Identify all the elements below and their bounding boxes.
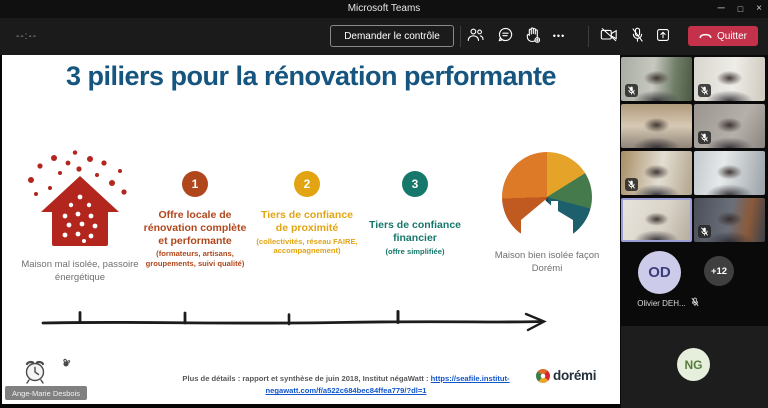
doremi-pinwheel-icon xyxy=(536,369,550,383)
quit-button[interactable]: Quitter xyxy=(688,26,758,46)
pillar-1-title: Offre locale de rénovation complète et p… xyxy=(142,209,248,247)
mic-toggle-button[interactable] xyxy=(624,23,650,49)
mic-muted-icon xyxy=(625,178,638,191)
more-options-button[interactable]: ••• xyxy=(546,23,572,49)
doodle-fly-drawing xyxy=(60,355,72,373)
participant-video xyxy=(621,104,692,148)
avatar-initials: NG xyxy=(685,358,703,372)
shared-presentation-slide: 3 piliers pour la rénovation performante xyxy=(2,55,620,404)
camera-toggle-button[interactable] xyxy=(596,23,622,49)
window-title: Microsoft Teams xyxy=(0,3,768,14)
call-timer: --:-- xyxy=(16,31,37,42)
window-controls: ─ □ × xyxy=(718,0,762,18)
avatar-ng: NG xyxy=(677,348,710,381)
participants-icon xyxy=(467,27,484,45)
participants-sidebar: OD +12 Olivier DEH... NG xyxy=(620,55,768,408)
raise-hand-button[interactable] xyxy=(520,23,546,49)
pillar-2: 2 Tiers de confiance de proximité (colle… xyxy=(254,171,360,256)
minimize-button[interactable]: ─ xyxy=(718,4,725,14)
chat-icon xyxy=(498,27,513,45)
participant-video xyxy=(694,151,765,195)
presenter-name-tag: Ange-Marie Desbois xyxy=(5,386,87,400)
share-screen-icon xyxy=(656,28,670,45)
pillar-2-title: Tiers de confiance de proximité xyxy=(254,209,360,235)
raise-hand-icon xyxy=(526,27,540,46)
video-tile-ng[interactable]: NG xyxy=(621,326,768,408)
pillar-3-subtitle: (offre simplifiée) xyxy=(362,247,468,257)
participant-name-row: Olivier DEH... xyxy=(620,294,716,312)
mic-muted-icon xyxy=(698,225,711,238)
footer-text: Plus de détails : rapport et synthèse de… xyxy=(182,374,430,383)
pillar-3-number: 3 xyxy=(402,171,428,197)
video-tile[interactable] xyxy=(694,57,765,101)
bad-house-item: Maison mal isolée, passoire énergétique xyxy=(16,150,144,285)
doremi-brand-name: dorémi xyxy=(553,368,596,383)
slide-title: 3 piliers pour la rénovation performante xyxy=(51,61,571,92)
pillar-3: 3 Tiers de confiance financier (offre si… xyxy=(362,171,468,256)
video-tile-active-speaker[interactable] xyxy=(621,198,692,242)
video-tile[interactable] xyxy=(621,57,692,101)
participant-name: Olivier DEH... xyxy=(637,299,685,308)
close-button[interactable]: × xyxy=(756,4,762,14)
mic-muted-icon xyxy=(698,84,711,97)
avatar-initials: OD xyxy=(648,264,671,281)
toolbar-divider xyxy=(588,26,589,47)
mic-off-icon xyxy=(631,27,644,46)
hangup-icon xyxy=(699,31,712,42)
pillar-2-number: 2 xyxy=(294,171,320,197)
doremi-wordmark: dorémi xyxy=(536,368,596,383)
doodle-alarm-clock-drawing xyxy=(22,355,48,390)
participant-video xyxy=(623,200,690,240)
call-toolbar: --:-- Demander le contrôle xyxy=(0,18,768,55)
titlebar: Microsoft Teams ─ □ × xyxy=(0,0,768,18)
camera-off-icon xyxy=(600,27,618,45)
mic-muted-icon xyxy=(698,131,711,144)
slide-doodles xyxy=(22,355,72,390)
pillar-1-subtitle: (formateurs, artisans, groupements, suiv… xyxy=(142,249,248,269)
maximize-button[interactable]: □ xyxy=(738,5,743,14)
toolbar-divider xyxy=(460,26,461,47)
video-tile[interactable] xyxy=(621,151,692,195)
overflow-participants-badge[interactable]: +12 xyxy=(704,256,734,286)
video-tile[interactable] xyxy=(621,104,692,148)
pillar-2-subtitle: (collectivités, réseau FAIRE, accompagne… xyxy=(254,237,360,257)
request-control-button[interactable]: Demander le contrôle xyxy=(330,25,454,47)
timeline-arrow xyxy=(38,307,554,340)
pillar-1-number: 1 xyxy=(182,171,208,197)
video-tile[interactable] xyxy=(694,198,765,242)
good-house-item: Maison bien isolée façon Dorémi xyxy=(483,150,611,276)
participants-button[interactable] xyxy=(462,23,488,49)
bad-house-label: Maison mal isolée, passoire énergétique xyxy=(16,259,144,285)
video-tile[interactable] xyxy=(694,151,765,195)
video-tile[interactable] xyxy=(694,104,765,148)
more-icon: ••• xyxy=(553,31,565,41)
slide-footer-note: Plus de détails : rapport et synthèse de… xyxy=(160,373,532,397)
pillar-1: 1 Offre locale de rénovation complète et… xyxy=(142,171,248,269)
doremi-house-logo-icon xyxy=(502,152,592,242)
chat-button[interactable] xyxy=(492,23,518,49)
overflow-count: +12 xyxy=(711,266,727,277)
video-grid xyxy=(621,57,765,242)
avatar-od[interactable]: OD xyxy=(638,251,681,294)
pillar-3-title: Tiers de confiance financier xyxy=(362,219,468,245)
teams-window: Microsoft Teams ─ □ × --:-- Demander le … xyxy=(0,0,768,408)
mic-muted-icon xyxy=(691,294,699,312)
quit-label: Quitter xyxy=(717,31,747,42)
mic-muted-icon xyxy=(625,84,638,97)
leaky-house-icon xyxy=(19,233,141,250)
good-house-label: Maison bien isolée façon Dorémi xyxy=(483,250,611,276)
share-screen-button[interactable] xyxy=(650,23,676,49)
